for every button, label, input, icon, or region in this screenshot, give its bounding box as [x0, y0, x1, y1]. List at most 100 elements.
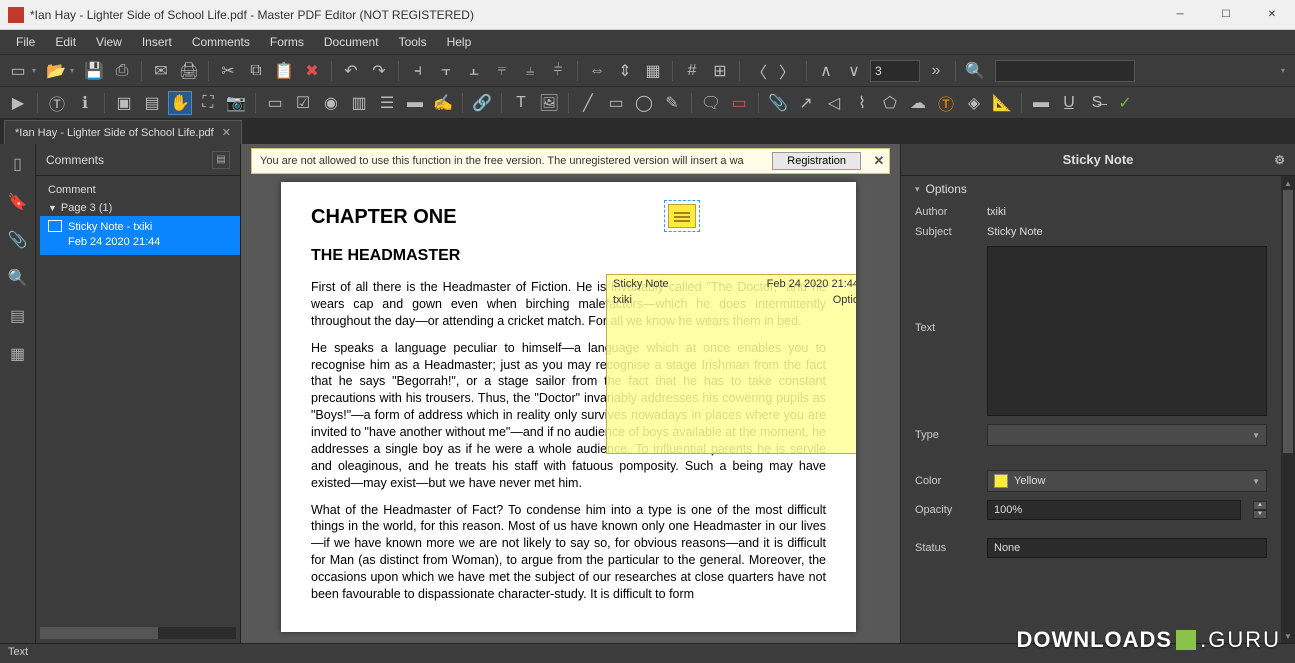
popup-options[interactable]: Optio [833, 294, 856, 306]
align-left-icon[interactable]: ⫞ [406, 59, 430, 83]
text-input[interactable] [987, 246, 1267, 416]
mail-icon[interactable]: ✉ [149, 59, 173, 83]
type-select[interactable]: ▼ [987, 424, 1267, 446]
comments-rail-icon[interactable]: ▤ [6, 304, 30, 328]
comment-item[interactable]: Sticky Note - txiki Feb 24 2020 21:44 [40, 216, 240, 255]
pages-thumbnail-icon[interactable]: ▯ [6, 152, 30, 176]
text-field-icon[interactable]: ▭ [263, 91, 287, 115]
save-as-icon[interactable]: ⎙ [110, 59, 134, 83]
close-button[interactable]: ✕ [1249, 0, 1295, 30]
page-up-icon[interactable]: ∧ [814, 59, 838, 83]
insert-image-icon[interactable]: 🖼 [537, 91, 561, 115]
properties-scrollbar[interactable]: ▲ ▼ [1281, 176, 1295, 643]
distribute-h-icon[interactable]: ⇔ [585, 59, 609, 83]
prev-page-icon[interactable]: 〈 [747, 59, 771, 83]
insert-text-icon[interactable]: T [509, 91, 533, 115]
save-icon[interactable]: 💾 [82, 59, 106, 83]
link-icon[interactable]: 🔗 [470, 91, 494, 115]
snapshot-icon[interactable]: 📷 [224, 91, 248, 115]
button-form-icon[interactable]: ▬ [403, 91, 427, 115]
signature-field-icon[interactable]: ✍ [431, 91, 455, 115]
sticky-note-annotation-icon[interactable] [668, 204, 696, 228]
search-rail-icon[interactable]: 🔍 [6, 266, 30, 290]
edit-text-icon[interactable]: ℹ [73, 91, 97, 115]
checkbox-icon[interactable]: ☑ [291, 91, 315, 115]
color-select[interactable]: Yellow ▼ [987, 470, 1267, 492]
align-right-icon[interactable]: ⫠ [462, 59, 486, 83]
align-top-icon[interactable]: ⫧ [490, 59, 514, 83]
chevron-down-icon[interactable]: ▾ [70, 66, 78, 75]
highlight-text-icon[interactable]: ▬ [1029, 91, 1053, 115]
author-value[interactable]: txiki [987, 206, 1267, 218]
combo-icon[interactable]: ▥ [347, 91, 371, 115]
print-icon[interactable]: 🖨 [177, 59, 201, 83]
checkmark-icon[interactable]: ✓ [1113, 91, 1137, 115]
callout-icon[interactable]: ◁ [822, 91, 846, 115]
opacity-input[interactable]: 100% [987, 500, 1241, 520]
pencil-icon[interactable]: ✎ [660, 91, 684, 115]
menu-document[interactable]: Document [314, 32, 389, 52]
distribute-v-icon[interactable]: ⇕ [613, 59, 637, 83]
page-number-input[interactable] [870, 60, 920, 82]
delete-icon[interactable]: ✖ [300, 59, 324, 83]
align-bottom-icon[interactable]: ⫩ [546, 59, 570, 83]
text-box-icon[interactable]: Ⓣ [934, 91, 958, 115]
panel-settings-icon[interactable]: ⚙ [1274, 153, 1285, 167]
opacity-spinner[interactable]: ▲▼ [1253, 501, 1267, 519]
radio-icon[interactable]: ◉ [319, 91, 343, 115]
polygon-icon[interactable]: ⬠ [878, 91, 902, 115]
options-section[interactable]: Options [901, 176, 1281, 202]
status-select[interactable]: None [987, 538, 1267, 558]
edit-object-icon[interactable]: ▣ [112, 91, 136, 115]
redo-icon[interactable]: ↷ [367, 59, 391, 83]
menu-forms[interactable]: Forms [260, 32, 314, 52]
form-icon[interactable]: ▤ [140, 91, 164, 115]
align-middle-icon[interactable]: ⫨ [518, 59, 542, 83]
menu-insert[interactable]: Insert [132, 32, 182, 52]
text-select-icon[interactable]: Ⓣ [45, 91, 69, 115]
fields-rail-icon[interactable]: ▦ [6, 342, 30, 366]
menu-help[interactable]: Help [437, 32, 482, 52]
sticky-note-icon[interactable]: 🗨 [699, 91, 723, 115]
subject-value[interactable]: Sticky Note [987, 226, 1267, 238]
search-icon[interactable]: 🔍 [963, 59, 987, 83]
hand-tool-icon[interactable]: ✋ [168, 91, 192, 115]
polyline-icon[interactable]: ⌇ [850, 91, 874, 115]
comments-scrollbar[interactable] [40, 627, 236, 639]
align-center-icon[interactable]: ⫟ [434, 59, 458, 83]
comments-options-icon[interactable]: ▤ [212, 151, 230, 169]
menu-file[interactable]: File [6, 32, 45, 52]
go-last-icon[interactable]: » [924, 59, 948, 83]
sticky-note-popup[interactable]: Sticky Note Feb 24 2020 21:44 txiki Opti… [606, 274, 856, 454]
paste-icon[interactable]: 📋 [272, 59, 296, 83]
copy-icon[interactable]: ⧉ [244, 59, 268, 83]
document-viewport[interactable]: You are not allowed to use this function… [241, 144, 900, 643]
marquee-icon[interactable]: ⛶ [196, 91, 220, 115]
bookmarks-icon[interactable]: 🔖 [6, 190, 30, 214]
search-input[interactable] [995, 60, 1135, 82]
new-icon[interactable]: ▭ [6, 59, 30, 83]
page-down-icon[interactable]: ∨ [842, 59, 866, 83]
chevron-down-icon[interactable]: ▾ [1281, 66, 1289, 75]
tab-close-icon[interactable]: ✕ [222, 126, 231, 139]
strikeout-icon[interactable]: S̶ [1085, 91, 1109, 115]
cloud-icon[interactable]: ☁ [906, 91, 930, 115]
pdf-page[interactable]: CHAPTER ONE THE HEADMASTER First of all … [281, 182, 856, 632]
attachment-icon[interactable]: 📎 [766, 91, 790, 115]
next-page-icon[interactable]: 〉 [775, 59, 799, 83]
underline-icon[interactable]: U̲ [1057, 91, 1081, 115]
banner-close-icon[interactable]: ✕ [869, 153, 889, 169]
maximize-button[interactable]: ☐ [1203, 0, 1249, 30]
cut-icon[interactable]: ✂ [216, 59, 240, 83]
snap-icon[interactable]: ⊞ [708, 59, 732, 83]
arrow-icon[interactable]: ↗ [794, 91, 818, 115]
pointer-icon[interactable]: ▶ [6, 91, 30, 115]
undo-icon[interactable]: ↶ [339, 59, 363, 83]
attachments-rail-icon[interactable]: 📎 [6, 228, 30, 252]
stamp-icon[interactable]: ◈ [962, 91, 986, 115]
open-icon[interactable]: 📂 [44, 59, 68, 83]
document-tab[interactable]: *Ian Hay - Lighter Side of School Life.p… [4, 120, 242, 144]
comment-page-row[interactable]: ▼ Page 3 (1) [40, 200, 240, 216]
ellipse-icon[interactable]: ◯ [632, 91, 656, 115]
line-icon[interactable]: ╱ [576, 91, 600, 115]
